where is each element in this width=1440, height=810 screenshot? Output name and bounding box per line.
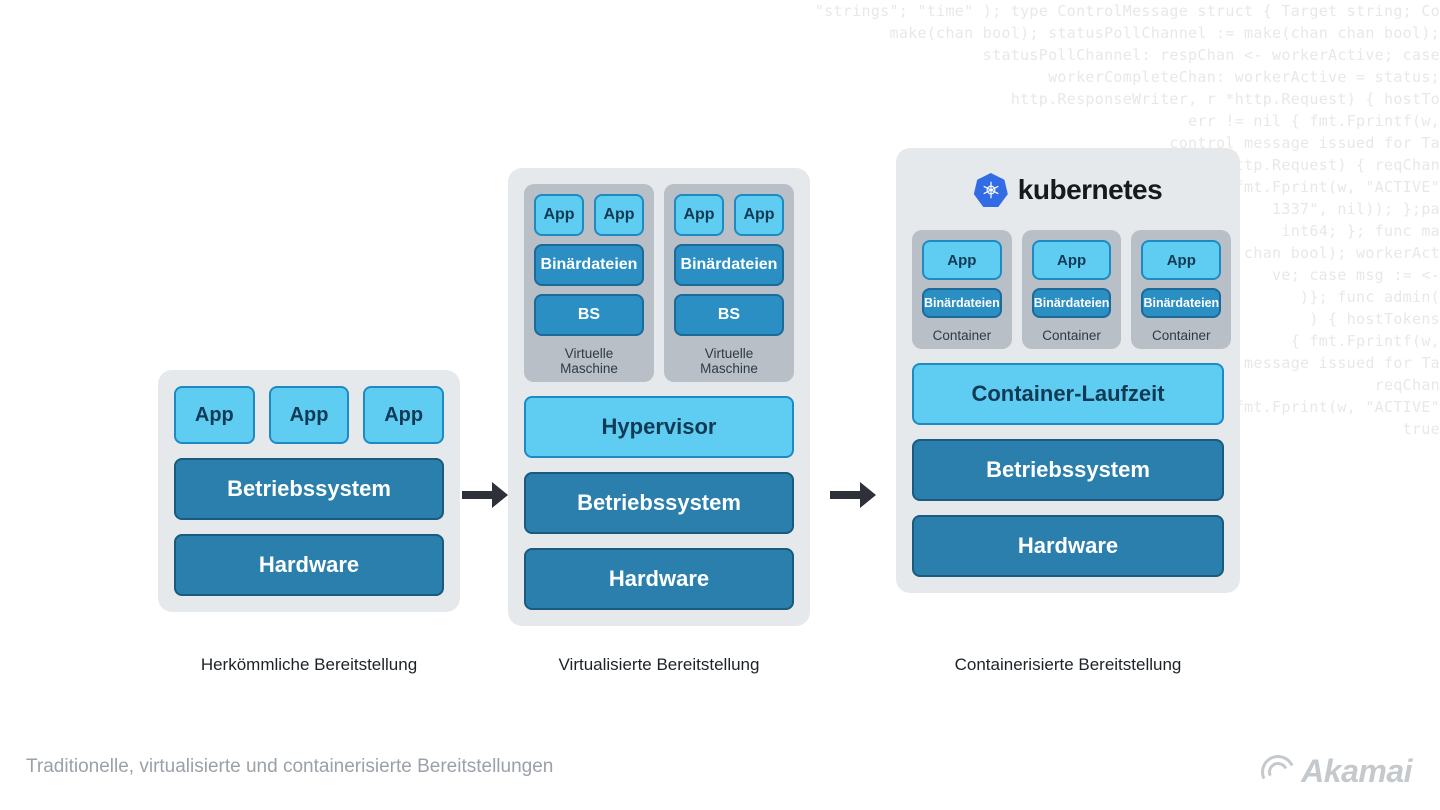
app-box: App bbox=[922, 240, 1002, 280]
os-box: Betriebssystem bbox=[524, 472, 794, 534]
caption-virtualized: Virtualisierte Bereitstellung bbox=[508, 655, 810, 675]
app-box: App bbox=[1141, 240, 1221, 280]
panel-virtualized: App App Binärdateien BS Virtuelle Maschi… bbox=[508, 168, 810, 626]
binaries-box: Binärdateien bbox=[1032, 288, 1112, 318]
app-box: App bbox=[674, 194, 724, 236]
container-label: Container bbox=[1141, 328, 1221, 343]
os-box: Betriebssystem bbox=[174, 458, 444, 520]
vm-label: Virtuelle Maschine bbox=[534, 346, 644, 376]
container-label: Container bbox=[922, 328, 1002, 343]
vm-group: App App Binärdateien BS Virtuelle Maschi… bbox=[664, 184, 794, 382]
kubernetes-header: kubernetes bbox=[912, 164, 1224, 216]
app-box: App bbox=[534, 194, 584, 236]
app-box: App bbox=[363, 386, 444, 444]
vm-label: Virtuelle Maschine bbox=[674, 346, 784, 376]
os-short-box: BS bbox=[534, 294, 644, 336]
brand-wave-icon bbox=[1256, 750, 1300, 794]
panel-traditional: App App App Betriebssystem Hardware bbox=[158, 370, 460, 612]
os-short-box: BS bbox=[674, 294, 784, 336]
app-box: App bbox=[594, 194, 644, 236]
app-box: App bbox=[269, 386, 350, 444]
panel-containerized: kubernetes App Binärdateien Container Ap… bbox=[896, 148, 1240, 593]
hypervisor-box: Hypervisor bbox=[524, 396, 794, 458]
caption-containerized: Containerisierte Bereitstellung bbox=[896, 655, 1240, 675]
brand-logo: Akamai bbox=[1261, 753, 1412, 790]
app-box: App bbox=[734, 194, 784, 236]
container-group: App Binärdateien Container bbox=[912, 230, 1012, 349]
hardware-box: Hardware bbox=[912, 515, 1224, 577]
footer-caption: Traditionelle, virtualisierte und contai… bbox=[26, 756, 553, 778]
app-box: App bbox=[174, 386, 255, 444]
vm-group: App App Binärdateien BS Virtuelle Maschi… bbox=[524, 184, 654, 382]
arrow-icon bbox=[828, 478, 878, 512]
os-box: Betriebssystem bbox=[912, 439, 1224, 501]
hardware-box: Hardware bbox=[524, 548, 794, 610]
container-group: App Binärdateien Container bbox=[1131, 230, 1231, 349]
hardware-box: Hardware bbox=[174, 534, 444, 596]
arrow-icon bbox=[460, 478, 510, 512]
binaries-box: Binärdateien bbox=[922, 288, 1002, 318]
binaries-box: Binärdateien bbox=[674, 244, 784, 286]
binaries-box: Binärdateien bbox=[534, 244, 644, 286]
container-runtime-box: Container-Laufzeit bbox=[912, 363, 1224, 425]
binaries-box: Binärdateien bbox=[1141, 288, 1221, 318]
kubernetes-label: kubernetes bbox=[1018, 174, 1162, 206]
brand-text: Akamai bbox=[1301, 753, 1412, 790]
caption-traditional: Herkömmliche Bereitstellung bbox=[158, 655, 460, 675]
container-label: Container bbox=[1032, 328, 1112, 343]
container-group: App Binärdateien Container bbox=[1022, 230, 1122, 349]
app-box: App bbox=[1032, 240, 1112, 280]
kubernetes-logo-icon bbox=[974, 173, 1008, 207]
